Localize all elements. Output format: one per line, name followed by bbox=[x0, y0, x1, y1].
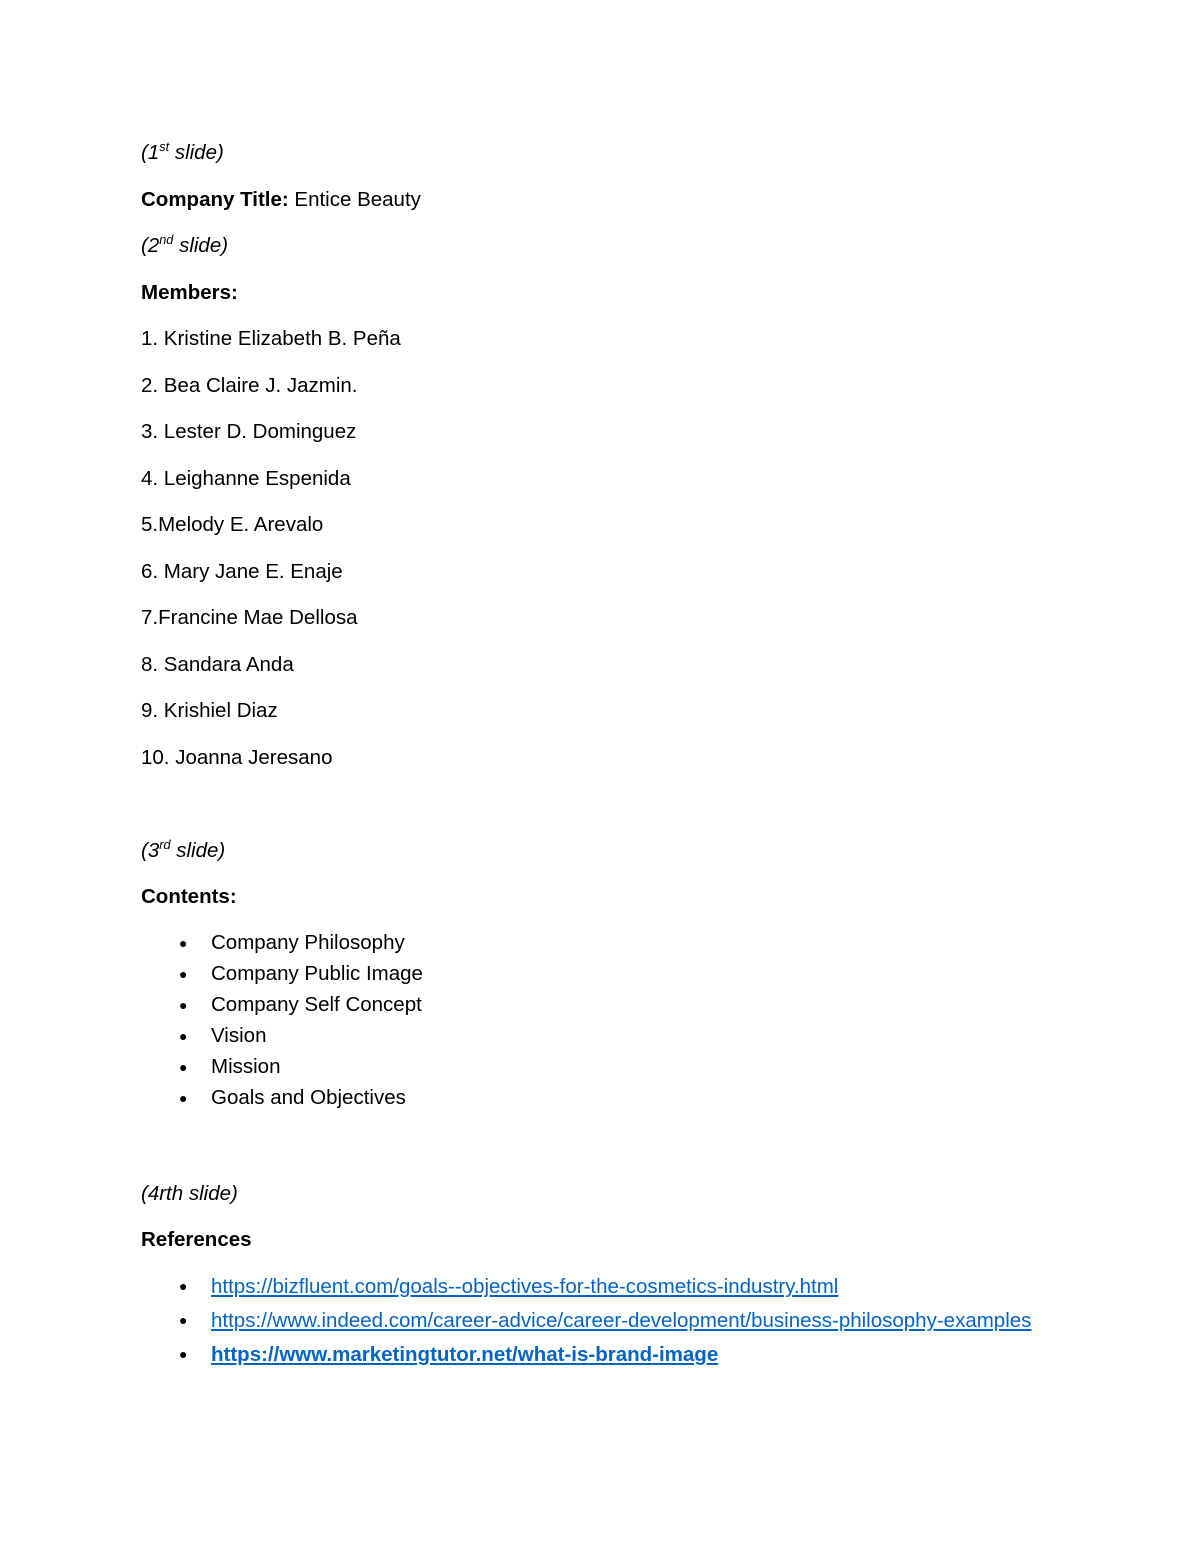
members-heading: Members: bbox=[141, 280, 238, 304]
contents-heading: Contents: bbox=[141, 885, 237, 908]
list-item: https://bizfluent.com/goals--objectives-… bbox=[141, 1271, 1059, 1302]
list-item: Vision bbox=[141, 1023, 1059, 1049]
contents-item-label: Mission bbox=[211, 1055, 281, 1078]
slide-2-marker: (2nd slide) bbox=[141, 232, 1059, 258]
slide-3-marker-ordinal: rd bbox=[159, 836, 171, 852]
slide-1-marker-ordinal: st bbox=[159, 139, 170, 155]
contents-item-label: Company Philosophy bbox=[211, 931, 405, 954]
references-bullet-list: https://bizfluent.com/goals--objectives-… bbox=[141, 1271, 1059, 1370]
reference-link[interactable]: https://www.indeed.com/career-advice/car… bbox=[211, 1309, 1031, 1332]
slide-3-marker-prefix: (3 bbox=[141, 838, 160, 862]
slide-2-marker-ordinal: nd bbox=[159, 232, 174, 248]
list-item: Company Public Image bbox=[141, 961, 1059, 987]
slide-2-marker-prefix: (2 bbox=[141, 234, 160, 257]
contents-item-label: Company Self Concept bbox=[211, 993, 422, 1016]
contents-item-label: Company Public Image bbox=[211, 962, 423, 985]
slide-2-marker-suffix: slide) bbox=[173, 234, 229, 257]
empty-paragraph bbox=[141, 1117, 1059, 1141]
contents-bullet-list: Company Philosophy Company Public Image … bbox=[141, 930, 1059, 1111]
member-list-item: 2. Bea Claire J. Jazmin. bbox=[141, 373, 358, 397]
list-item: Mission bbox=[141, 1054, 1059, 1080]
reference-link[interactable]: https://bizfluent.com/goals--objectives-… bbox=[211, 1275, 838, 1298]
list-item: Company Self Concept bbox=[141, 992, 1059, 1018]
member-list-item: 7.Francine Mae Dellosa bbox=[141, 606, 358, 629]
list-item: https://www.marketingtutor.net/what-is-b… bbox=[141, 1339, 1059, 1370]
empty-paragraph bbox=[141, 792, 1059, 816]
member-list-item: 3. Lester D. Dominguez bbox=[141, 420, 357, 443]
member-list-item: 4. Leighanne Espenida bbox=[141, 466, 351, 490]
slide-1-marker-prefix: (1 bbox=[141, 141, 160, 164]
contents-item-label: Goals and Objectives bbox=[211, 1086, 406, 1109]
slide-3-marker: (3rd slide) bbox=[141, 836, 1059, 863]
references-heading: References bbox=[141, 1228, 252, 1251]
member-list-item: 8. Sandara Anda bbox=[141, 652, 294, 676]
reference-link[interactable]: https://www.marketingtutor.net/what-is-b… bbox=[211, 1343, 718, 1366]
company-title-value: Entice Beauty bbox=[288, 187, 421, 211]
member-list-item: 10. Joanna Jeresano bbox=[141, 745, 333, 769]
document-page: (1st slide) Company Title: Entice Beauty… bbox=[0, 0, 1200, 1553]
list-item: Goals and Objectives bbox=[141, 1085, 1059, 1111]
member-list-item: 5.Melody E. Arevalo bbox=[141, 513, 324, 536]
empty-paragraph bbox=[141, 1164, 1059, 1182]
contents-item-label: Vision bbox=[211, 1024, 267, 1047]
slide-4-marker: (4rth slide) bbox=[141, 1181, 238, 1205]
list-item: https://www.indeed.com/career-advice/car… bbox=[141, 1305, 1059, 1336]
list-item: Company Philosophy bbox=[141, 930, 1059, 956]
member-list-item: 6. Mary Jane E. Enaje bbox=[141, 559, 343, 583]
slide-1-marker: (1st slide) bbox=[141, 139, 1059, 165]
member-list-item: 1. Kristine Elizabeth B. Peña bbox=[141, 327, 401, 350]
company-title-label: Company Title: bbox=[141, 187, 289, 211]
member-list-item: 9. Krishiel Diaz bbox=[141, 699, 278, 722]
slide-3-marker-suffix: slide) bbox=[170, 838, 226, 862]
slide-1-marker-suffix: slide) bbox=[169, 141, 224, 164]
company-title-line: Company Title: Entice Beauty bbox=[141, 188, 1059, 212]
